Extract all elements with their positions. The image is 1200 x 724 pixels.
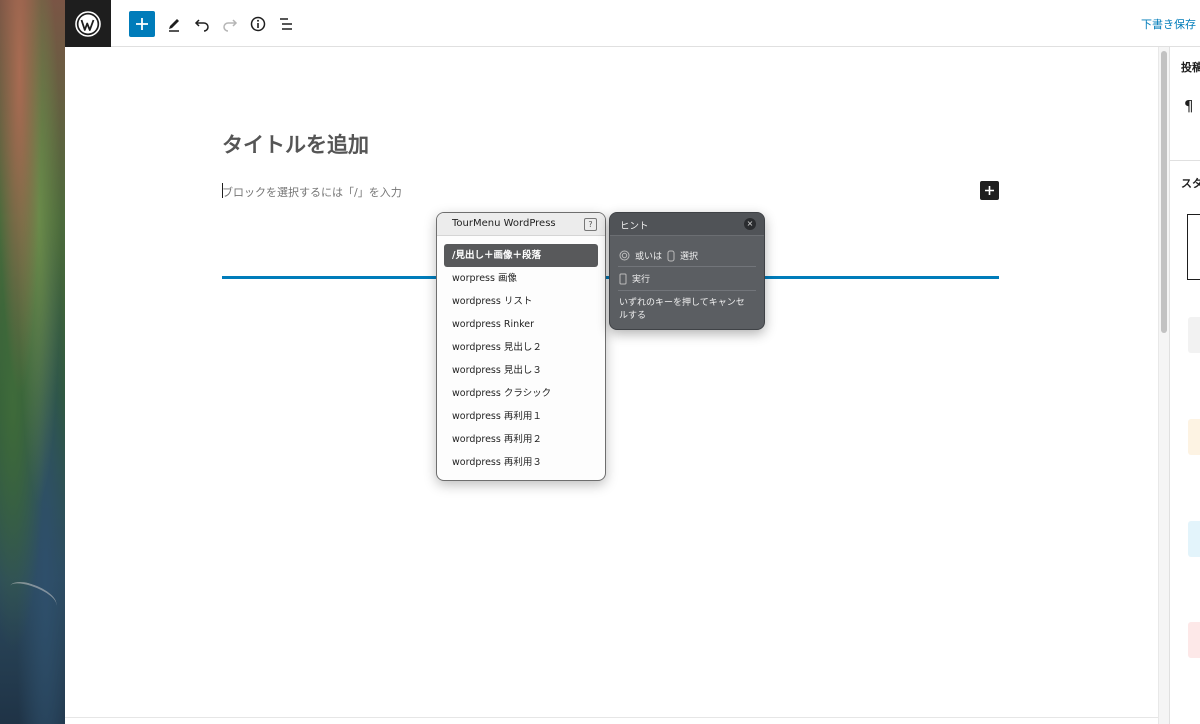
inline-add-block-button[interactable] bbox=[980, 181, 999, 200]
style-preview-chip[interactable] bbox=[1188, 521, 1200, 557]
canvas-bottom-border bbox=[65, 717, 1158, 718]
paragraph-icon: ¶ bbox=[1184, 97, 1194, 115]
plus-icon bbox=[136, 18, 148, 30]
editor-top-toolbar: 下書き保存 bbox=[65, 0, 1200, 47]
tourmenu-list: /見出し＋画像＋段落 worpress 画像 wordpress リスト wordpr… bbox=[437, 236, 605, 474]
tourmenu-item[interactable]: wordpress 再利用３ bbox=[444, 451, 598, 474]
style-preview-default[interactable] bbox=[1187, 214, 1200, 280]
hint-header: ヒント × bbox=[610, 213, 764, 236]
hint-select-row: 或いは 選択 bbox=[619, 249, 698, 262]
tab-post[interactable]: 投稿 bbox=[1181, 59, 1200, 75]
list-view-icon bbox=[280, 18, 292, 30]
pencil-icon bbox=[169, 19, 179, 32]
tourmenu-item[interactable]: wordpress 見出し２ bbox=[444, 336, 598, 359]
hint-execute-row: 実行 bbox=[619, 272, 650, 285]
desktop-wallpaper bbox=[0, 0, 65, 724]
styles-heading: スタ bbox=[1181, 177, 1200, 190]
style-preview-chip[interactable] bbox=[1188, 622, 1200, 658]
tourmenu-item[interactable]: wordpress 見出し３ bbox=[444, 359, 598, 382]
tourmenu-item[interactable]: wordpress 再利用２ bbox=[444, 428, 598, 451]
tools-button[interactable] bbox=[161, 11, 187, 37]
tourmenu-item[interactable]: /見出し＋画像＋段落 bbox=[444, 244, 598, 267]
scrollbar-thumb[interactable] bbox=[1161, 51, 1167, 333]
redo-icon bbox=[223, 19, 238, 32]
hint-divider bbox=[618, 266, 756, 267]
help-icon[interactable]: ? bbox=[584, 218, 597, 231]
hint-select-prefix: 或いは bbox=[635, 252, 663, 262]
undo-icon bbox=[194, 19, 209, 32]
sidebar-divider bbox=[1170, 160, 1200, 161]
outline-button[interactable] bbox=[273, 11, 299, 37]
tourmenu-popup: TourMenu WordPress ? /見出し＋画像＋段落 worpress … bbox=[436, 212, 606, 481]
post-title-field[interactable]: タイトルを追加 bbox=[222, 129, 369, 159]
hint-execute-label: 実行 bbox=[632, 275, 651, 285]
add-block-button[interactable] bbox=[129, 11, 155, 37]
close-icon[interactable]: × bbox=[744, 218, 756, 230]
wordpress-logo-icon[interactable] bbox=[65, 0, 111, 47]
tourmenu-title: TourMenu WordPress bbox=[452, 218, 556, 229]
trackpad-circle-icon bbox=[619, 250, 630, 261]
hint-cancel-text: いずれのキーを押してキャンセルする bbox=[619, 298, 745, 321]
style-preview-chip[interactable] bbox=[1188, 419, 1200, 455]
hint-popup: ヒント × 或いは 選択 実行 いずれのキーを押してキャンセルする bbox=[609, 212, 765, 330]
redo-button[interactable] bbox=[217, 11, 243, 37]
side-key-icon bbox=[667, 250, 675, 261]
hint-select-label: 選択 bbox=[680, 252, 699, 262]
info-icon bbox=[250, 16, 266, 32]
tourmenu-header: TourMenu WordPress ? bbox=[437, 213, 605, 236]
undo-button[interactable] bbox=[189, 11, 215, 37]
side-key-icon bbox=[619, 273, 627, 284]
editor-canvas: タイトルを追加 ブロックを選択するには「/」を入力 bbox=[65, 47, 1158, 724]
settings-sidebar: 投稿 ¶ スタ bbox=[1169, 47, 1200, 724]
block-input-placeholder[interactable]: ブロックを選択するには「/」を入力 bbox=[222, 184, 402, 200]
tourmenu-item[interactable]: wordpress リスト bbox=[444, 290, 598, 313]
tourmenu-item[interactable]: worpress 画像 bbox=[444, 267, 598, 290]
style-preview-chip[interactable] bbox=[1188, 317, 1200, 353]
tourmenu-item[interactable]: wordpress Rinker bbox=[444, 313, 598, 336]
save-draft-button[interactable]: 下書き保存 bbox=[1141, 16, 1196, 32]
tourmenu-item[interactable]: wordpress 再利用１ bbox=[444, 405, 598, 428]
tourmenu-item[interactable]: wordpress クラシック bbox=[444, 382, 598, 405]
hint-divider bbox=[618, 290, 756, 291]
plus-icon bbox=[985, 186, 994, 195]
hint-title: ヒント bbox=[620, 221, 649, 232]
details-button[interactable] bbox=[245, 11, 271, 37]
